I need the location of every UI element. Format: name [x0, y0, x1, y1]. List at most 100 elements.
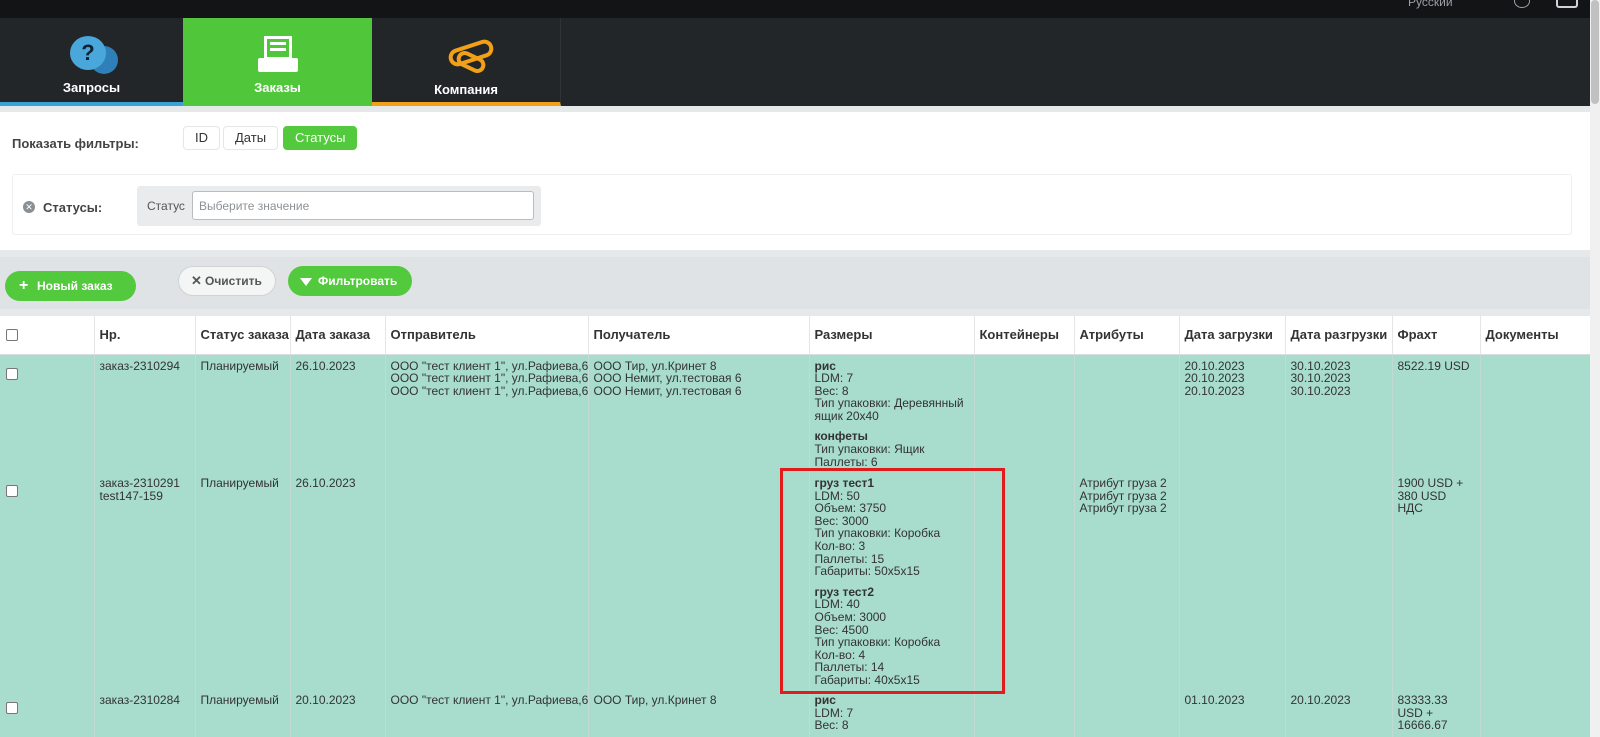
table-row[interactable]: заказ-2310284 Планируемый 20.10.2023 ООО "т…	[0, 689, 1590, 737]
clear-button[interactable]: ✕ Очистить	[178, 266, 276, 296]
column-header[interactable]: Получатель	[588, 316, 810, 355]
new-order-button[interactable]: + Новый заказ	[5, 271, 136, 301]
status-cell: Планируемый	[195, 472, 291, 689]
cargo-detail: Объем: 3000	[814, 609, 887, 624]
table-row[interactable]: заказ-2310291 test147-159 Планируемый 26.10…	[0, 472, 1590, 689]
row-checkbox[interactable]	[6, 485, 18, 497]
sender-line: ООО "тест клиент 1", ул.Рафиева,6	[390, 693, 589, 707]
sender-cell: ООО "тест клиент 1", ул.Рафиева,6 ООО "те…	[385, 354, 589, 472]
column-header[interactable]: Дата разгрузки	[1285, 316, 1393, 355]
table-row[interactable]: заказ-2310294 Планируемый 26.10.2023 ООО "т…	[0, 354, 1590, 472]
status-cell: Планируемый	[195, 354, 291, 472]
attributes-cell: Атрибут груза 2 Атрибут груза 2 Атрибут гр…	[1074, 472, 1180, 689]
order-number-cell[interactable]: заказ-2310284	[94, 689, 196, 737]
tab-label: Запросы	[62, 80, 121, 95]
sizes-cell: рис LDM: 7 Вес: 8	[809, 689, 975, 737]
close-icon: ✕	[191, 273, 202, 288]
column-header[interactable]: Документы	[1480, 316, 1590, 355]
column-header[interactable]: Контейнеры	[974, 316, 1075, 355]
freight-cell: 83333.33 USD +16666.67	[1392, 689, 1481, 737]
cargo-detail: Тип упаковки: Деревянный ящик 20х40	[814, 396, 964, 423]
cargo-name: груз тест1	[814, 476, 875, 490]
globe-icon[interactable]	[1514, 0, 1530, 8]
show-filters-label: Показать фильтры:	[12, 136, 139, 151]
load-date-cell: 01.10.2023	[1179, 689, 1286, 737]
receiver-cell: ООО Тир, ул.Кринет 8	[588, 689, 810, 737]
receiver-cell: ООО Тир, ул.Кринет 8 ООО Немит, ул.тестов…	[588, 354, 810, 472]
column-header[interactable]: Дата заказа	[290, 316, 386, 355]
load-date: 01.10.2023	[1184, 693, 1245, 707]
receiver-line: ООО Немит, ул.тестовая 6	[593, 371, 742, 386]
sender-line: ООО "тест клиент 1", ул.Рафиева,6	[390, 383, 589, 398]
action-bar: + Новый заказ ✕ Очистить Фильтровать	[0, 257, 1590, 309]
column-header[interactable]: Атрибуты	[1074, 316, 1180, 355]
cargo-detail: Объем: 3750	[814, 501, 887, 516]
column-header[interactable]: Отправитель	[385, 316, 589, 355]
filter-button[interactable]: Фильтровать	[288, 266, 412, 296]
cargo-detail: Габариты: 50х5х15	[814, 564, 920, 579]
load-date: 20.10.2023	[1184, 371, 1245, 386]
tab-label: Заказы	[254, 80, 301, 95]
order-date-cell: 26.10.2023	[290, 354, 386, 472]
sizes-cell: груз тест1 LDM: 50 Объем: 3750 Вес: 3000 Тип…	[809, 472, 975, 689]
order-number-cell[interactable]: заказ-2310294	[94, 354, 196, 472]
filter-dates-button[interactable]: Даты	[223, 126, 279, 150]
cargo-detail: Тип упаковки: Ящик	[814, 442, 925, 457]
row-select-cell	[0, 354, 95, 472]
unload-date: 30.10.2023	[1290, 371, 1351, 386]
chat-bubbles-icon: ?	[70, 36, 118, 76]
freight-line: 83333.33	[1397, 693, 1448, 707]
plus-icon: +	[19, 277, 29, 294]
documents-cell	[1480, 689, 1590, 737]
funnel-icon	[300, 278, 312, 286]
order-date-cell: 26.10.2023	[290, 472, 386, 689]
remove-filter-icon[interactable]: ✕	[23, 201, 35, 213]
containers-cell	[974, 472, 1075, 689]
new-order-label: Новый заказ	[37, 279, 113, 293]
cargo-block: груз тест1 LDM: 50 Объем: 3750 Вес: 3000 Тип…	[815, 477, 969, 578]
row-select-cell	[0, 689, 95, 737]
cargo-block: конфеты Тип упаковки: Ящик Паллеты: 6	[815, 430, 969, 468]
row-checkbox[interactable]	[6, 367, 18, 380]
attributes-cell	[1074, 354, 1180, 472]
top-bar: Русский	[0, 0, 1590, 18]
tab-requests[interactable]: ? Запросы	[0, 18, 183, 106]
load-date-cell: 20.10.2023 20.10.2023 20.10.2023	[1179, 354, 1286, 472]
attribute-line: Атрибут груза 2	[1079, 476, 1167, 490]
order-number-cell[interactable]: заказ-2310291 test147-159	[94, 472, 196, 689]
tab-company[interactable]: Компания	[372, 18, 561, 106]
unload-date-cell: 20.10.2023	[1285, 689, 1393, 737]
tab-orders[interactable]: Заказы	[183, 18, 372, 106]
order-number: заказ-2310284	[99, 693, 180, 707]
status-filter-label: Статусы:	[43, 200, 103, 215]
receiver-line: ООО Тир, ул.Кринет 8	[593, 693, 717, 707]
language-selector[interactable]: Русский	[1408, 0, 1453, 9]
sender-cell: ООО "тест клиент 1", ул.Рафиева,6	[385, 689, 589, 737]
tab-label: Компания	[434, 82, 498, 97]
page-scrollbar[interactable]	[1590, 0, 1600, 737]
column-header[interactable]: Размеры	[809, 316, 975, 355]
freight-cell: 1900 USD +380 USD НДС	[1392, 472, 1481, 689]
receiver-cell	[588, 472, 810, 689]
row-checkbox[interactable]	[6, 702, 18, 714]
column-header[interactable]: Статус заказа	[195, 316, 291, 355]
freight-line: НДС	[1397, 501, 1423, 516]
exit-icon[interactable]	[1556, 0, 1578, 8]
filter-statuses-button[interactable]: Статусы	[283, 126, 358, 150]
load-date-cell	[1179, 472, 1286, 689]
column-header[interactable]: Нр.	[94, 316, 196, 355]
scrollbar-thumb[interactable]	[1591, 0, 1599, 104]
column-header[interactable]: Дата загрузки	[1179, 316, 1286, 355]
select-all-checkbox[interactable]	[6, 328, 18, 341]
cargo-detail: Габариты: 40х5х15	[814, 672, 920, 687]
cargo-name: рис	[814, 693, 836, 707]
orders-table: Нр. Статус заказа Дата заказа Отправител…	[0, 316, 1590, 737]
filter-id-button[interactable]: ID	[183, 126, 220, 150]
load-date: 20.10.2023	[1184, 383, 1245, 398]
column-header[interactable]: Фрахт	[1392, 316, 1481, 355]
receiver-line: ООО Немит, ул.тестовая 6	[593, 383, 742, 398]
status-input[interactable]	[192, 191, 534, 220]
freight-line: 1900 USD +	[1397, 476, 1464, 490]
sender-cell	[385, 472, 589, 689]
cargo-block: груз тест2 LDM: 40 Объем: 3000 Вес: 4500 Тип…	[815, 586, 969, 687]
